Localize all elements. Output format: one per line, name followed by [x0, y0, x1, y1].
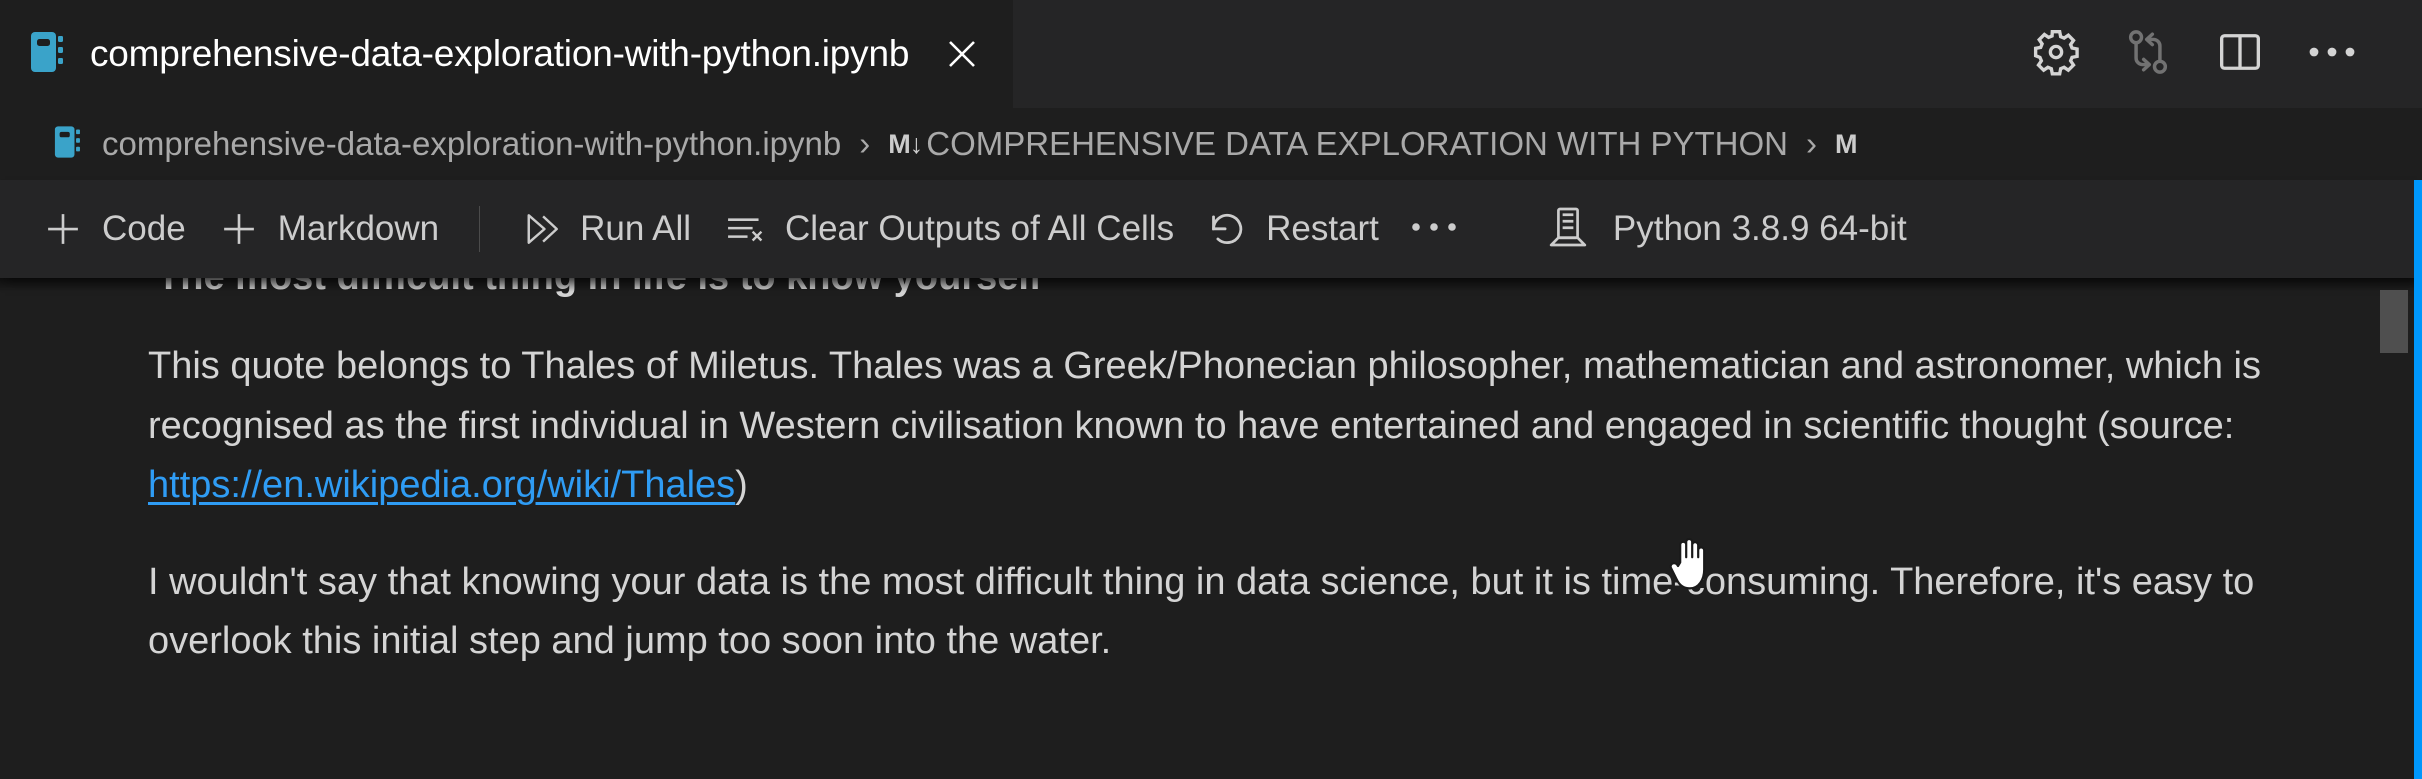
run-all-icon [520, 208, 562, 250]
more-actions-button[interactable] [2286, 0, 2378, 108]
clear-all-icon [723, 208, 767, 250]
kernel-selector-button[interactable]: Python 3.8.9 64-bit [1527, 196, 1925, 262]
breadcrumb-separator: › [859, 125, 871, 162]
editor-actions [2010, 0, 2422, 108]
notebook-content-area: 'The most difficult thing in life is to … [0, 278, 2422, 779]
notebook-icon [54, 124, 84, 165]
add-code-cell-label: Code [102, 209, 186, 248]
breadcrumb-trailing-markdown-icon: M [1835, 128, 1857, 159]
breadcrumb: comprehensive-data-exploration-with-pyth… [0, 108, 2422, 180]
breadcrumb-item-file[interactable]: comprehensive-data-exploration-with-pyth… [54, 124, 841, 165]
restart-icon [1206, 208, 1248, 250]
paragraph-1-text-after-link: ) [735, 463, 748, 506]
vscode-notebook-window: comprehensive-data-exploration-with-pyth… [0, 0, 2422, 779]
git-compare-icon [2122, 26, 2174, 83]
ellipsis-icon [1408, 219, 1460, 240]
clear-outputs-label: Clear Outputs of All Cells [785, 209, 1175, 248]
markdown-paragraph-2: I wouldn't say that knowing your data is… [148, 553, 2378, 672]
editor-tab-bar: comprehensive-data-exploration-with-pyth… [0, 0, 2422, 108]
notebook-toolbar: Code Markdown Run All Clear Outputs of A… [0, 180, 2422, 278]
markdown-icon: M↓ [888, 128, 923, 159]
kernel-label: Python 3.8.9 64-bit [1612, 209, 1907, 248]
kernel-server-icon [1545, 204, 1591, 255]
breadcrumb-section-label: COMPREHENSIVE DATA EXPLORATION WITH PYTH… [926, 125, 1789, 162]
tab-bar-empty-space [1013, 0, 2010, 108]
split-editor-button[interactable] [2194, 0, 2286, 108]
split-editor-icon [2215, 27, 2265, 82]
markdown-heading: 'The most difficult thing in life is to … [148, 278, 2385, 303]
breadcrumb-file-label: comprehensive-data-exploration-with-pyth… [102, 125, 842, 162]
scrollbar-thumb[interactable] [2380, 290, 2408, 353]
settings-button[interactable] [2010, 0, 2102, 108]
restart-label: Restart [1266, 209, 1379, 248]
add-markdown-cell-label: Markdown [277, 209, 440, 248]
vertical-scrollbar[interactable] [2380, 180, 2408, 779]
markdown-paragraph-1: This quote belongs to Thales of Miletus.… [148, 337, 2378, 515]
paragraph-2-text: I wouldn't say that knowing your data is… [148, 561, 2255, 663]
breadcrumb-separator-2: › [1806, 125, 1818, 162]
gear-icon [2030, 26, 2082, 83]
toolbar-more-actions-button[interactable] [1395, 196, 1473, 262]
editor-tab-label: comprehensive-data-exploration-with-pyth… [90, 33, 910, 74]
clear-outputs-button[interactable]: Clear Outputs of All Cells [707, 196, 1190, 262]
run-all-label: Run All [580, 209, 692, 248]
add-code-cell-button[interactable]: Code [26, 196, 202, 262]
notebook-icon [30, 29, 68, 80]
ellipsis-icon [2306, 42, 2358, 67]
paragraph-1-text-before-link: This quote belongs to Thales of Miletus.… [148, 345, 2261, 447]
editor-tab-notebook[interactable]: comprehensive-data-exploration-with-pyth… [0, 0, 1014, 108]
plus-icon [218, 208, 260, 250]
markdown-cell[interactable]: 'The most difficult thing in life is to … [0, 278, 2385, 672]
close-icon[interactable] [939, 31, 985, 77]
editor-focus-border [2414, 180, 2422, 779]
restart-kernel-button[interactable]: Restart [1190, 196, 1395, 262]
wikipedia-thales-link[interactable]: https://en.wikipedia.org/wiki/Thales [148, 464, 735, 506]
run-all-button[interactable]: Run All [504, 196, 707, 262]
breadcrumb-item-section[interactable]: M↓ COMPREHENSIVE DATA EXPLORATION WITH P… [888, 125, 1788, 163]
plus-icon [42, 208, 84, 250]
toolbar-divider [479, 206, 481, 252]
add-markdown-cell-button[interactable]: Markdown [202, 196, 455, 262]
open-changes-button[interactable] [2102, 0, 2194, 108]
